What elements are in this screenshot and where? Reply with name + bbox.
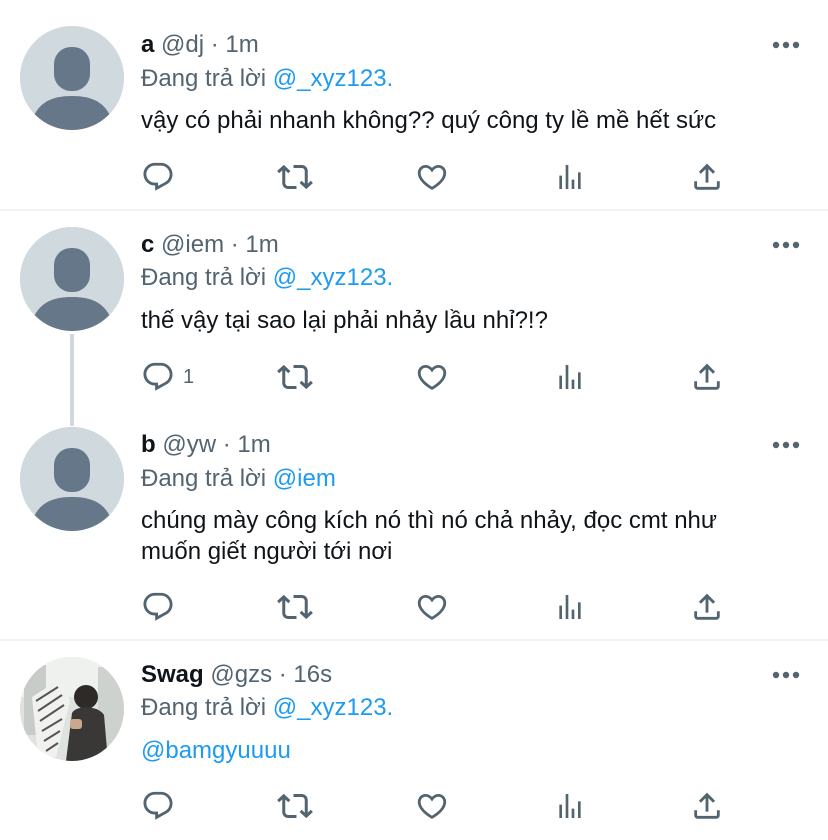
retweet-button[interactable] — [277, 157, 313, 197]
replying-to: Đang trả lời @_xyz123. — [141, 693, 393, 723]
retweet-icon — [277, 359, 313, 395]
replying-to-label: Đang trả lời — [141, 65, 267, 92]
replying-to: Đang trả lời @_xyz123. — [141, 64, 393, 94]
tweet-actions — [0, 587, 828, 627]
more-options-icon[interactable] — [772, 240, 800, 250]
share-icon — [690, 160, 724, 194]
tweet-text: chúng mày công kích nó thì nó chả nhảy, … — [141, 507, 717, 565]
reply-icon — [141, 789, 175, 823]
tweet[interactable]: b @yw · 1m Đang trả lời @iem chúng mày c… — [0, 409, 828, 639]
avatar[interactable] — [20, 227, 124, 331]
replying-to-mention[interactable]: @_xyz123. — [273, 264, 393, 291]
photo-avatar — [20, 657, 124, 761]
retweet-button[interactable] — [277, 587, 313, 627]
stats-icon — [554, 161, 586, 193]
more-options-icon[interactable] — [772, 40, 800, 50]
reply-button[interactable] — [141, 786, 183, 826]
replying-to-label: Đang trả lời — [141, 465, 267, 492]
share-button[interactable] — [690, 157, 724, 197]
heart-icon — [415, 160, 449, 194]
retweet-icon — [277, 159, 313, 195]
replying-to-mention[interactable]: @iem — [273, 465, 336, 492]
replying-to-mention[interactable]: @_xyz123. — [273, 65, 393, 92]
reply-icon — [141, 360, 175, 394]
view-stats-button[interactable] — [554, 357, 586, 397]
retweet-icon — [277, 788, 313, 824]
tweet-actions: 1 — [0, 357, 828, 397]
display-name[interactable]: c — [141, 231, 154, 258]
tweet-header: Swag @gzs · 16s — [141, 660, 332, 690]
view-stats-button[interactable] — [554, 157, 586, 197]
share-button[interactable] — [690, 587, 724, 627]
user-handle[interactable]: @yw — [162, 431, 216, 458]
user-handle[interactable]: @gzs — [210, 661, 272, 688]
view-stats-button[interactable] — [554, 587, 586, 627]
stats-icon — [554, 790, 586, 822]
display-name[interactable]: b — [141, 431, 156, 458]
share-icon — [690, 590, 724, 624]
tweet-text: thế vậy tại sao lại phải nhảy lầu nhỉ?!? — [141, 307, 548, 334]
user-handle[interactable]: @dj — [161, 31, 204, 58]
display-name[interactable]: Swag — [141, 661, 204, 688]
share-icon — [690, 360, 724, 394]
tweet-actions — [0, 157, 828, 197]
share-button[interactable] — [690, 786, 724, 826]
share-icon — [690, 789, 724, 823]
more-options-icon[interactable] — [772, 440, 800, 450]
stats-icon — [554, 591, 586, 623]
replying-to-label: Đang trả lời — [141, 694, 267, 721]
reply-button[interactable] — [141, 587, 183, 627]
timestamp[interactable]: 16s — [293, 661, 332, 688]
reply-icon — [141, 160, 175, 194]
display-name[interactable]: a — [141, 31, 154, 58]
like-button[interactable] — [415, 157, 449, 197]
tweet-header: b @yw · 1m — [141, 430, 271, 460]
user-handle[interactable]: @iem — [161, 231, 224, 258]
timestamp[interactable]: 1m — [245, 231, 278, 258]
separator: · — [278, 661, 287, 688]
avatar[interactable] — [20, 427, 124, 531]
view-stats-button[interactable] — [554, 786, 586, 826]
separator: · — [222, 431, 231, 458]
default-avatar-icon — [20, 227, 124, 331]
tweet[interactable]: Swag @gzs · 16s Đang trả lời @_xyz123. @… — [0, 641, 828, 840]
timestamp[interactable]: 1m — [237, 431, 270, 458]
retweet-button[interactable] — [277, 786, 313, 826]
replying-to-label: Đang trả lời — [141, 264, 267, 291]
like-button[interactable] — [415, 587, 449, 627]
like-button[interactable] — [415, 357, 449, 397]
replying-to: Đang trả lời @_xyz123. — [141, 263, 393, 293]
replying-to: Đang trả lời @iem — [141, 464, 336, 494]
retweet-button[interactable] — [277, 357, 313, 397]
more-options-icon[interactable] — [772, 670, 800, 680]
reply-count: 1 — [183, 365, 195, 388]
retweet-icon — [277, 589, 313, 625]
reply-button[interactable] — [141, 157, 183, 197]
tweet-text[interactable]: @bamgyuuuu — [141, 735, 791, 766]
tweet[interactable]: a @dj · 1m Đang trả lời @_xyz123. vậy có… — [0, 0, 828, 210]
default-avatar-icon — [20, 26, 124, 130]
tweet-text: vậy có phải nhanh không?? quý công ty lề… — [141, 107, 717, 134]
tweet-header: a @dj · 1m — [141, 30, 259, 60]
reply-button[interactable]: 1 — [141, 357, 194, 397]
replying-to-mention[interactable]: @_xyz123. — [273, 694, 393, 721]
reply-icon — [141, 590, 175, 624]
separator: · — [210, 31, 219, 58]
default-avatar-icon — [20, 427, 124, 531]
timestamp[interactable]: 1m — [225, 31, 258, 58]
like-button[interactable] — [415, 786, 449, 826]
heart-icon — [415, 590, 449, 624]
tweet-header: c @iem · 1m — [141, 230, 279, 260]
avatar[interactable] — [20, 26, 124, 130]
avatar[interactable] — [20, 657, 124, 761]
stats-icon — [554, 361, 586, 393]
heart-icon — [415, 360, 449, 394]
share-button[interactable] — [690, 357, 724, 397]
tweet[interactable]: c @iem · 1m Đang trả lời @_xyz123. thế v… — [0, 211, 828, 409]
tweet-actions — [0, 786, 828, 826]
separator: · — [230, 231, 239, 258]
heart-icon — [415, 789, 449, 823]
